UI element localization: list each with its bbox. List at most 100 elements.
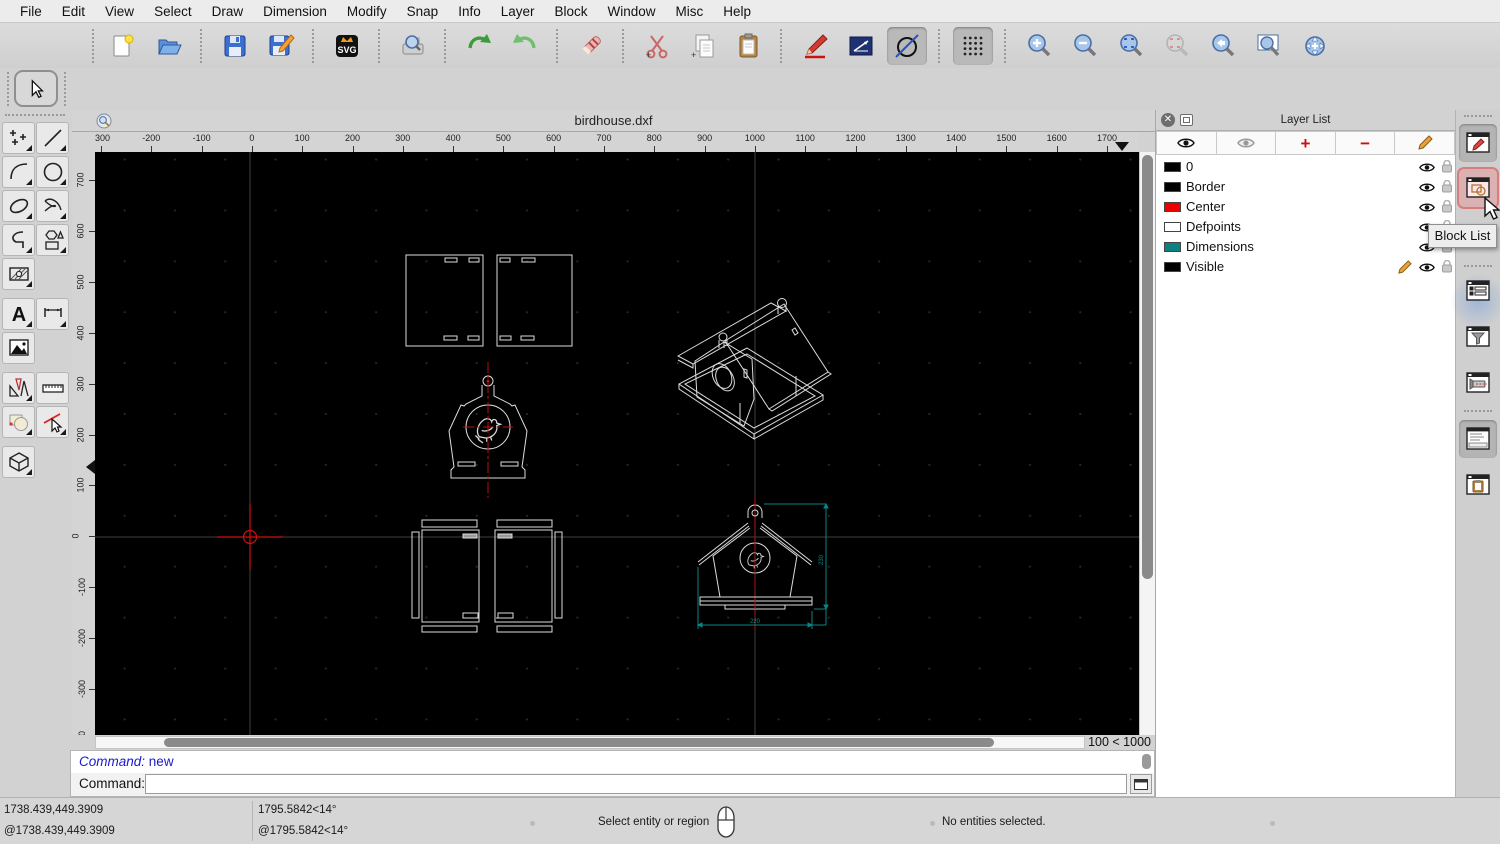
hide-all-layers-button[interactable]	[1216, 131, 1277, 155]
selection-arrow-button[interactable]	[14, 70, 58, 107]
zoom-auto-button[interactable]	[1111, 27, 1151, 65]
line-tool[interactable]	[36, 122, 69, 154]
layer-visibility-icon[interactable]	[1419, 160, 1435, 178]
layer-list-dock-button[interactable]	[1459, 124, 1497, 162]
draft-mode-button[interactable]	[887, 26, 927, 65]
undo-button[interactable]	[459, 27, 499, 65]
dimension-line-button[interactable]	[841, 27, 881, 65]
shapes-tool[interactable]	[36, 224, 69, 256]
grid-toggle-button[interactable]	[953, 26, 993, 65]
modify-tool[interactable]	[2, 406, 35, 438]
layer-visibility-icon[interactable]	[1419, 200, 1435, 218]
layer-row-border[interactable]: Border	[1156, 177, 1455, 197]
drawing-canvas[interactable]: 230 220	[95, 152, 1139, 735]
save-as-button[interactable]	[261, 27, 301, 65]
circle-tool[interactable]	[36, 156, 69, 188]
tool-widget-dock-button[interactable]	[1459, 364, 1497, 402]
layer-lock-icon[interactable]	[1441, 199, 1453, 218]
dimension-tool[interactable]	[36, 298, 69, 330]
measure-tool[interactable]	[36, 372, 69, 404]
v-ruler-label: 600	[75, 223, 86, 239]
layer-row-defpoints[interactable]: Defpoints	[1156, 217, 1455, 237]
library-browser-dock-button[interactable]	[1459, 272, 1497, 310]
layer-row-visible[interactable]: Visible	[1156, 257, 1455, 277]
points-tool[interactable]	[2, 122, 35, 154]
toolbar-handle[interactable]	[92, 28, 96, 63]
layer-lock-icon[interactable]	[1441, 259, 1453, 278]
menu-select[interactable]: Select	[144, 0, 202, 23]
ellipse-tool[interactable]	[2, 190, 35, 222]
arc-tool[interactable]	[2, 156, 35, 188]
menu-file[interactable]: File	[10, 0, 52, 23]
command-detach-button[interactable]	[1130, 774, 1152, 794]
edit-layer-button[interactable]	[1395, 131, 1455, 155]
vertical-scrollbar-thumb[interactable]	[1142, 155, 1153, 579]
zoom-previous-button[interactable]	[1203, 27, 1243, 65]
delete-eraser-button[interactable]	[571, 27, 611, 65]
zoom-select-button[interactable]	[1157, 27, 1197, 65]
solid-3d-tool[interactable]	[2, 446, 35, 478]
command-history-scrollbar[interactable]	[1142, 754, 1151, 769]
toolbar-handle[interactable]	[7, 72, 9, 106]
remove-layer-button[interactable]: −	[1335, 131, 1396, 155]
add-layer-button[interactable]: +	[1276, 131, 1336, 155]
hatch-tool[interactable]	[2, 258, 35, 290]
zoom-out-button[interactable]	[1065, 27, 1105, 65]
redo-button[interactable]	[505, 27, 545, 65]
menu-layer[interactable]: Layer	[491, 0, 545, 23]
menu-draw[interactable]: Draw	[202, 0, 254, 23]
layer-name: Dimensions	[1186, 239, 1254, 254]
modify-icon	[8, 414, 28, 431]
cut-button[interactable]: +	[637, 27, 677, 65]
modify-attributes-tool[interactable]	[36, 406, 69, 438]
zoom-in-button[interactable]	[1019, 27, 1059, 65]
text-tool[interactable]: A	[2, 298, 35, 330]
v-ruler-label: 200	[75, 426, 86, 443]
layer-row-0[interactable]: 0	[1156, 157, 1455, 177]
print-preview-button[interactable]	[393, 27, 433, 65]
copy-button[interactable]: +	[683, 27, 723, 65]
save-button[interactable]	[215, 27, 255, 65]
menu-view[interactable]: View	[95, 0, 144, 23]
layer-lock-icon[interactable]	[1441, 159, 1453, 178]
toolbar-handle[interactable]	[64, 72, 66, 106]
spline-tool[interactable]	[36, 190, 69, 222]
menu-misc[interactable]: Misc	[666, 0, 714, 23]
menu-block[interactable]: Block	[545, 0, 598, 23]
polyline-tool[interactable]	[2, 224, 35, 256]
show-all-layers-button[interactable]	[1156, 131, 1217, 155]
vertical-scrollbar[interactable]	[1139, 152, 1155, 735]
menu-dimension[interactable]: Dimension	[253, 0, 337, 23]
menu-edit[interactable]: Edit	[52, 0, 95, 23]
layer-row-dimensions[interactable]: Dimensions	[1156, 237, 1455, 257]
menu-window[interactable]: Window	[598, 0, 666, 23]
pen-attributes-button[interactable]	[795, 27, 835, 65]
layer-lock-icon[interactable]	[1441, 179, 1453, 198]
new-document-button[interactable]	[103, 27, 143, 65]
h-ruler-label: 1100	[795, 133, 815, 143]
menu-help[interactable]: Help	[713, 0, 761, 23]
layer-visibility-icon[interactable]	[1419, 260, 1435, 278]
zoom-window-button[interactable]	[1249, 27, 1289, 65]
layer-row-center[interactable]: Center	[1156, 197, 1455, 217]
layer-name: Visible	[1186, 259, 1225, 274]
export-svg-button[interactable]: SVG	[327, 27, 367, 65]
selection-filter-dock-button[interactable]	[1459, 318, 1497, 356]
open-file-button[interactable]	[149, 27, 189, 65]
menu-modify[interactable]: Modify	[337, 0, 397, 23]
clipboard-dock-button[interactable]	[1459, 466, 1497, 504]
tool-options-bar	[0, 68, 1500, 110]
layer-visibility-icon[interactable]	[1419, 180, 1435, 198]
zoom-pan-button[interactable]	[1295, 27, 1335, 65]
palette-handle[interactable]	[5, 114, 65, 116]
dock-handle[interactable]	[1464, 115, 1492, 117]
horizontal-scrollbar[interactable]	[95, 736, 1085, 749]
image-tool[interactable]	[2, 332, 35, 364]
command-widget-dock-button[interactable]	[1459, 420, 1497, 458]
menu-info[interactable]: Info	[448, 0, 491, 23]
horizontal-scrollbar-thumb[interactable]	[164, 738, 994, 747]
command-input[interactable]	[145, 774, 1127, 794]
drafting-tools[interactable]	[2, 372, 35, 404]
menu-snap[interactable]: Snap	[397, 0, 449, 23]
paste-button[interactable]	[729, 27, 769, 65]
